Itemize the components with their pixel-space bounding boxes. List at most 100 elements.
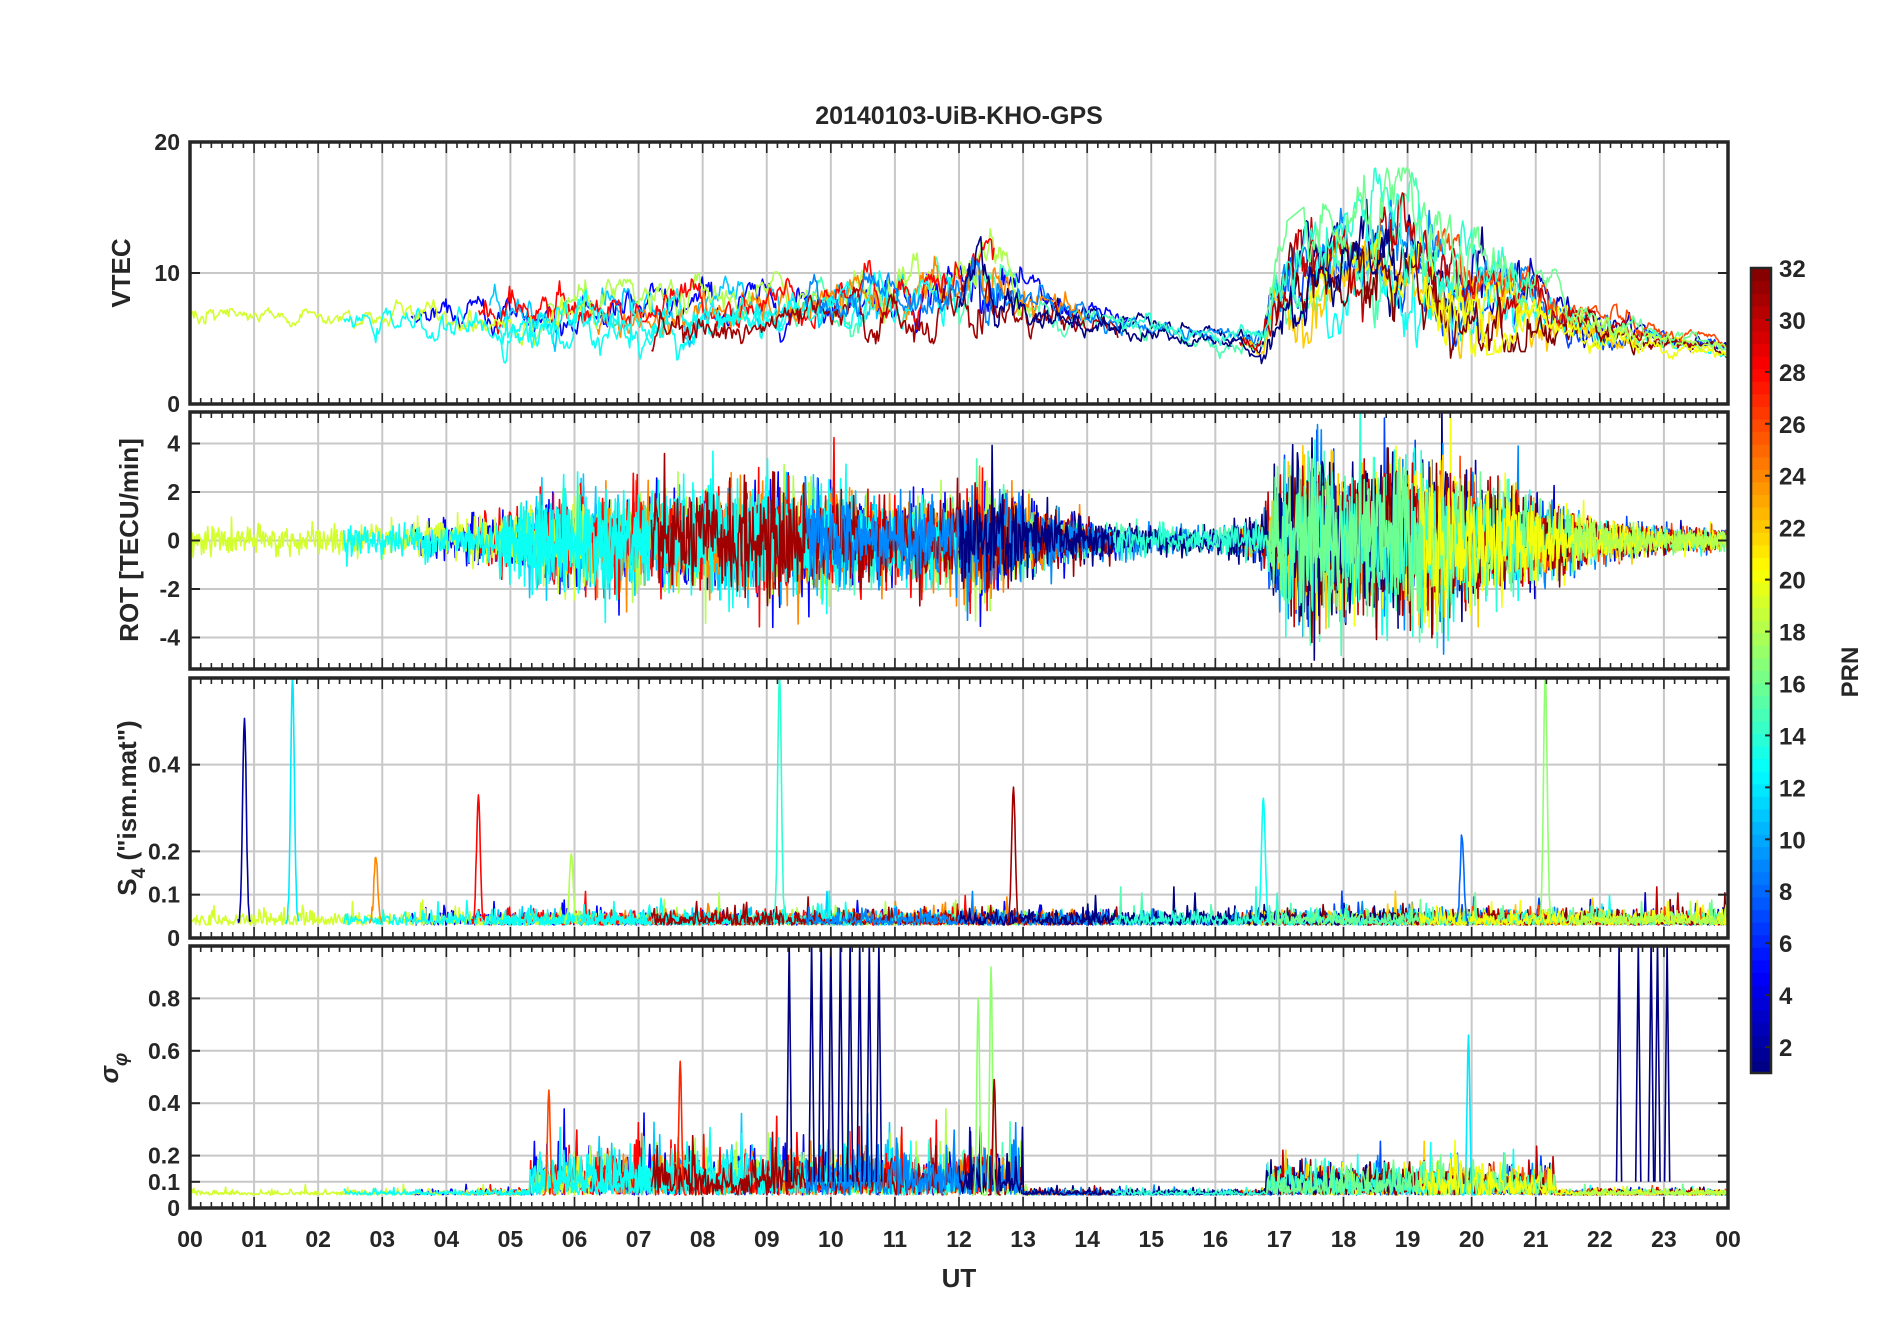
colorbar-swatch: [1751, 1047, 1771, 1062]
y-tick-label: 0.4: [148, 1090, 180, 1116]
rot-ylabel: ROT [TECU/min]: [114, 438, 144, 642]
colorbar-swatch: [1751, 771, 1771, 785]
s4-ylabel-rest: ("ism.mat"): [112, 720, 142, 867]
colorbar-tick-label: 32: [1779, 256, 1806, 283]
colorbar-swatch: [1751, 557, 1771, 571]
colorbar-swatch: [1751, 796, 1771, 810]
y-tick-label: 20: [154, 129, 180, 155]
colorbar-swatch: [1751, 1022, 1771, 1036]
s4-ylabel-sub: 4: [129, 867, 150, 878]
colorbar-swatch: [1751, 758, 1771, 772]
colorbar-swatch: [1751, 909, 1771, 923]
x-tick-label: 05: [498, 1226, 524, 1252]
colorbar-tick-label: 22: [1779, 516, 1806, 543]
x-tick-label: 16: [1203, 1226, 1229, 1252]
colorbar-swatch: [1751, 947, 1771, 961]
colorbar-swatch: [1751, 381, 1771, 395]
colorbar-swatch: [1751, 859, 1771, 873]
x-tick-label: 23: [1651, 1226, 1677, 1252]
colorbar-swatch: [1751, 783, 1771, 797]
x-tick-labels: 00 01 02 03 04 05 06 07 08 09 10 11 12 13 14 15 16 17 18 19…: [177, 1226, 1741, 1252]
colorbar-swatch: [1751, 670, 1771, 684]
x-tick-label: 20: [1459, 1226, 1485, 1252]
y-tick-label: 0.1: [148, 882, 180, 908]
colorbar-swatch: [1751, 632, 1771, 646]
x-tick-label: 21: [1523, 1226, 1549, 1252]
colorbar-swatch: [1751, 922, 1771, 936]
x-tick-label: 06: [562, 1226, 588, 1252]
chart-title: 20140103-UiB-KHO-GPS: [815, 102, 1103, 130]
colorbar-swatch: [1751, 984, 1771, 999]
y-tick-label: 0.1: [148, 1169, 180, 1195]
y-tick-label: -4: [160, 624, 181, 650]
colorbar-tick-label: 16: [1779, 671, 1806, 698]
x-tick-label: 00: [1715, 1226, 1741, 1252]
figure: 20140103-UiB-KHO-GPS 01020 VTEC -4-2024 …: [94, 102, 1864, 1293]
x-tick-label: 22: [1587, 1226, 1613, 1252]
colorbar-swatch: [1751, 645, 1771, 659]
colorbar-swatch: [1751, 494, 1771, 508]
y-tick-label: 2: [167, 479, 180, 505]
colorbar-tick-label: 24: [1779, 464, 1806, 491]
colorbar-swatch: [1751, 268, 1771, 282]
colorbar-tick-label: 2: [1779, 1035, 1792, 1062]
y-tick-label: 0.8: [148, 985, 180, 1011]
x-tick-label: 12: [946, 1226, 972, 1252]
x-tick-label: 02: [305, 1226, 331, 1252]
colorbar-tick-label: 18: [1779, 620, 1806, 647]
x-tick-label: 07: [626, 1226, 652, 1252]
colorbar-swatch: [1751, 683, 1771, 697]
colorbar-tick-label: 10: [1779, 827, 1806, 854]
x-tick-label: 18: [1331, 1226, 1357, 1252]
colorbar-swatch: [1751, 544, 1771, 558]
colorbar-swatch: [1751, 406, 1771, 420]
colorbar-swatch: [1751, 330, 1771, 345]
colorbar-swatch: [1751, 280, 1771, 294]
colorbar-swatch: [1751, 1060, 1771, 1074]
colorbar-swatch: [1751, 720, 1771, 734]
y-tick-label: -2: [160, 576, 180, 602]
sigma-phi-ylabel-main: σ: [94, 1064, 124, 1083]
colorbar-tick-label: 6: [1779, 931, 1792, 958]
colorbar-swatch: [1751, 595, 1771, 609]
colorbar-swatch: [1751, 481, 1771, 496]
colorbar-swatch: [1751, 695, 1771, 709]
x-tick-label: 19: [1395, 1226, 1421, 1252]
colorbar-tick-label: 30: [1779, 308, 1806, 335]
colorbar-tick-label: 12: [1779, 775, 1806, 802]
sigma-phi-ylabel-sub: φ: [111, 1053, 132, 1066]
x-tick-label: 03: [369, 1226, 395, 1252]
colorbar-swatch: [1751, 418, 1771, 433]
colorbar-swatch: [1751, 972, 1771, 986]
colorbar-tick-label: 20: [1779, 568, 1806, 595]
colorbar-tick-label: 28: [1779, 360, 1806, 387]
x-tick-label: 04: [434, 1226, 460, 1252]
x-tick-label: 17: [1267, 1226, 1293, 1252]
colorbar-swatch: [1751, 519, 1771, 533]
x-tick-label: 13: [1010, 1226, 1036, 1252]
x-tick-label: 10: [818, 1226, 844, 1252]
vtec-panel: 0 10 20 VTEC: [106, 129, 1730, 417]
colorbar-swatch: [1751, 834, 1771, 848]
s4-panel: 0 0.1 0.2 0.4 S4 ("ism.mat"): [112, 676, 1730, 951]
colorbar-swatch: [1751, 343, 1771, 357]
colorbar-swatch: [1751, 708, 1771, 722]
colorbar-swatch: [1751, 821, 1771, 835]
y-tick-label: 0: [167, 925, 180, 951]
colorbar-swatch: [1751, 532, 1771, 546]
colorbar-swatch: [1751, 582, 1771, 596]
colorbar-swatch: [1751, 368, 1771, 382]
colorbar-swatch: [1751, 1010, 1771, 1024]
colorbar-tick-label: 8: [1779, 879, 1792, 906]
x-tick-label: 01: [241, 1226, 267, 1252]
colorbar-swatch: [1751, 444, 1771, 458]
colorbar-swatch: [1751, 607, 1771, 621]
colorbar-swatch: [1751, 356, 1771, 370]
sigma-phi-ylabel: σφ: [94, 1053, 132, 1084]
y-tick-label: 0.6: [148, 1038, 180, 1064]
y-tick-label: 0.4: [148, 752, 180, 778]
y-tick-label: 0: [167, 528, 180, 554]
y-tick-label: 10: [154, 260, 180, 286]
s4-ylabel-main: S: [112, 878, 142, 895]
colorbar-swatch: [1751, 896, 1771, 911]
